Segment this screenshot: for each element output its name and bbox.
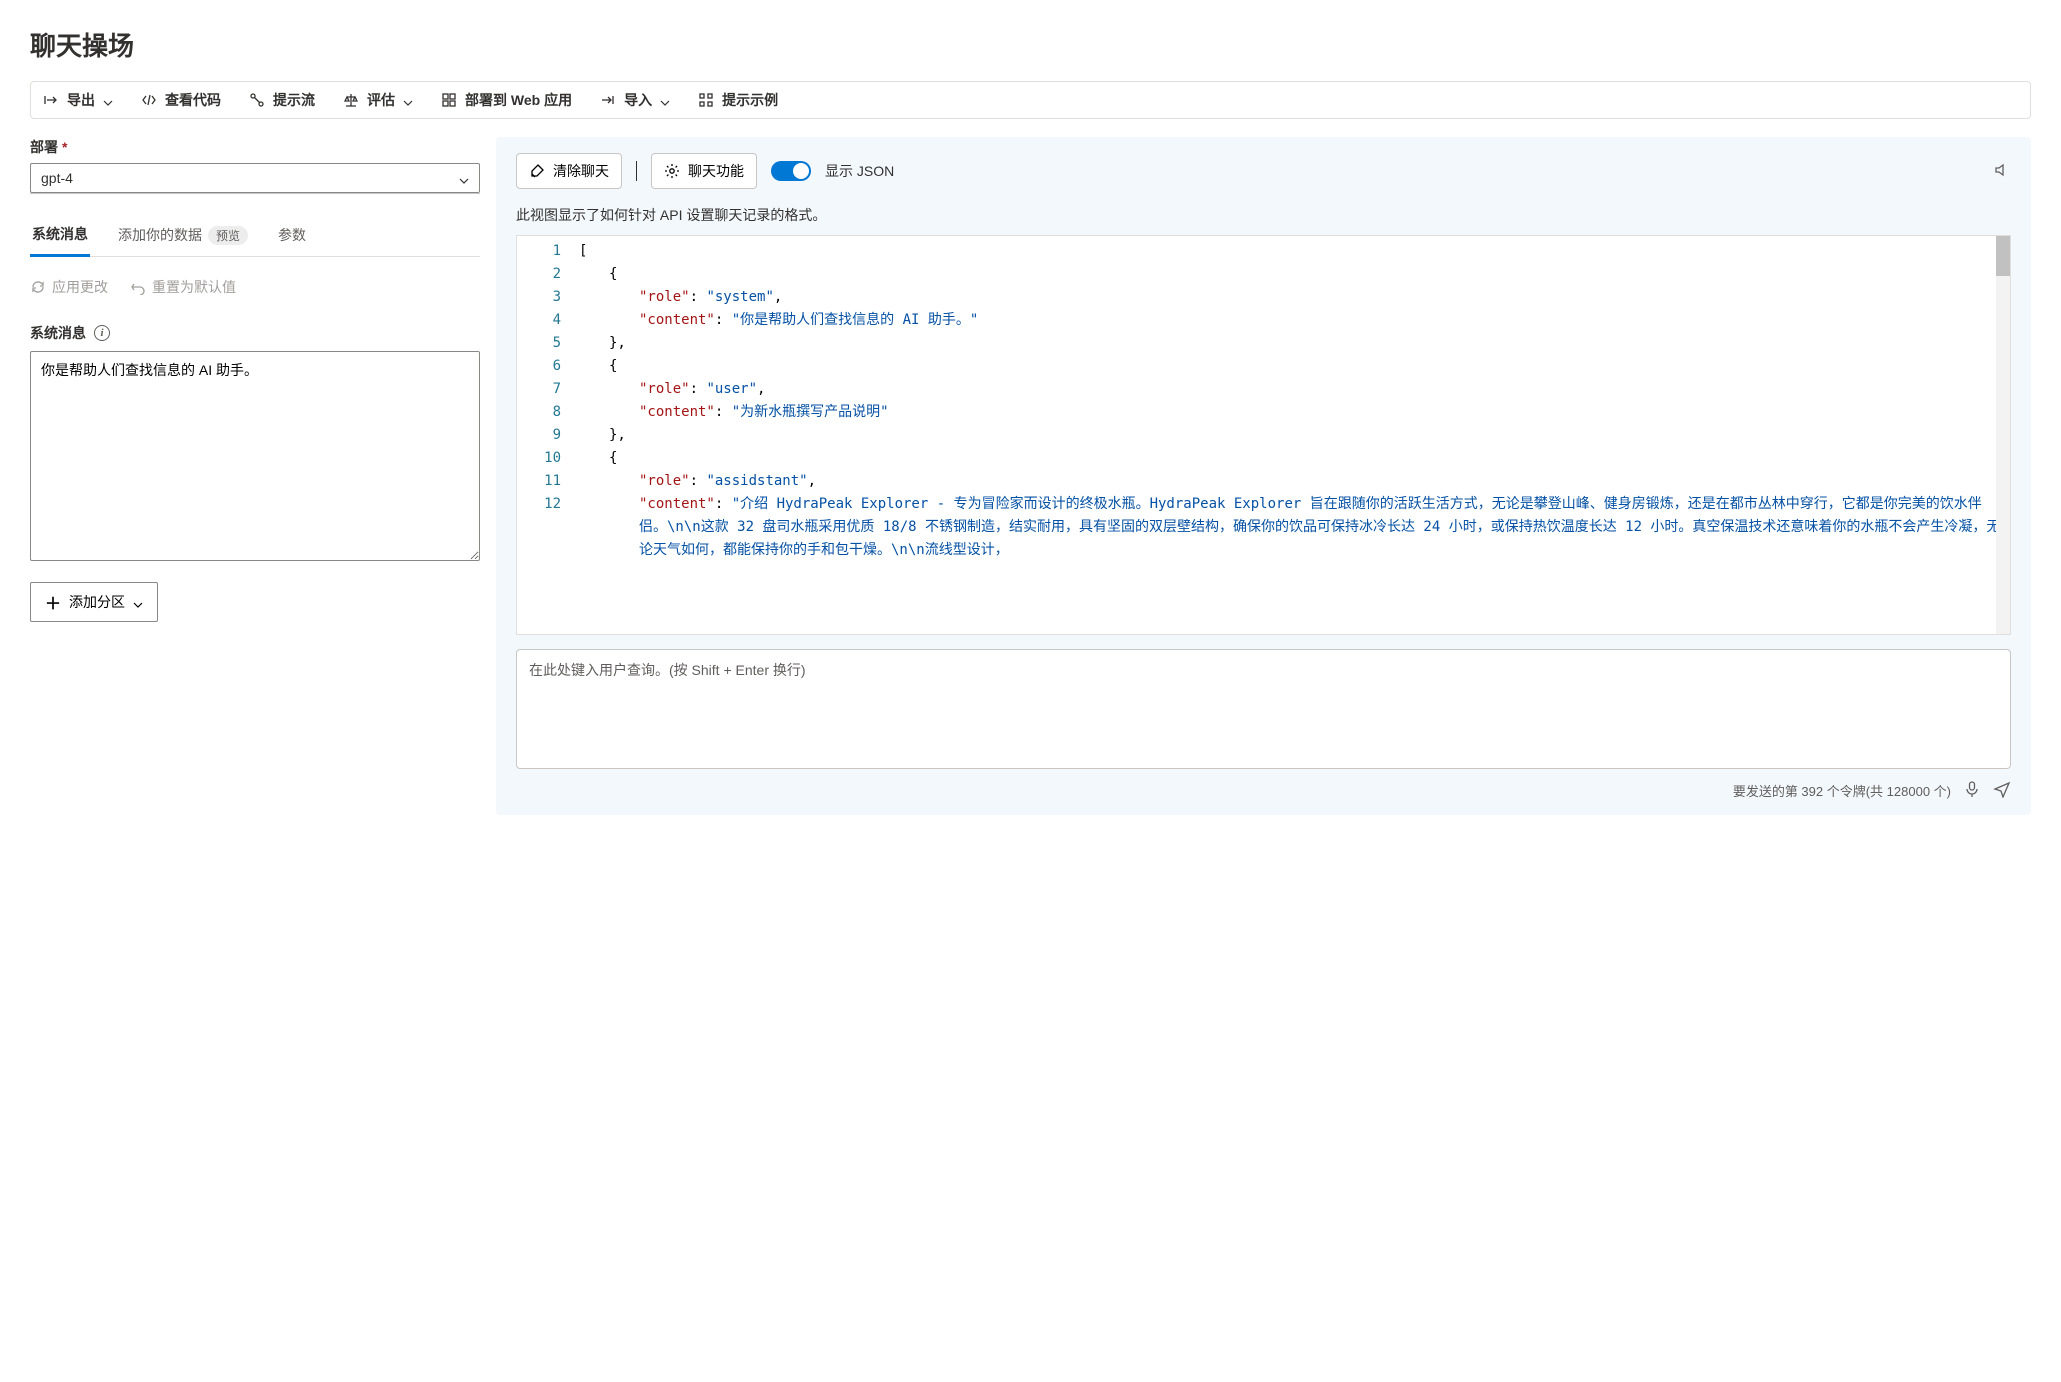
chat-footer: 要发送的第 392 个令牌(共 128000 个) bbox=[516, 772, 2011, 801]
chat-panel-toolbar: 清除聊天 聊天功能 显示 JSON bbox=[516, 153, 2011, 189]
page-title: 聊天操场 bbox=[30, 26, 2031, 63]
preview-badge: 预览 bbox=[208, 226, 248, 245]
info-icon[interactable]: i bbox=[94, 325, 110, 341]
gear-icon bbox=[664, 163, 680, 179]
add-section-label: 添加分区 bbox=[69, 592, 125, 612]
sync-icon bbox=[30, 279, 46, 295]
reset-default-button[interactable]: 重置为默认值 bbox=[130, 277, 236, 297]
send-icon[interactable] bbox=[1993, 780, 2011, 801]
chevron-down-icon bbox=[103, 95, 113, 105]
evaluate-button[interactable]: 评估 bbox=[343, 90, 413, 110]
prompt-examples-button[interactable]: 提示示例 bbox=[698, 90, 778, 110]
divider bbox=[636, 161, 637, 181]
flow-icon bbox=[249, 92, 265, 108]
prompt-examples-label: 提示示例 bbox=[722, 90, 778, 110]
chevron-down-icon bbox=[403, 95, 413, 105]
export-label: 导出 bbox=[67, 90, 95, 110]
import-label: 导入 bbox=[624, 90, 652, 110]
view-code-button[interactable]: 查看代码 bbox=[141, 90, 221, 110]
import-icon bbox=[600, 92, 616, 108]
editor-scrollbar-thumb[interactable] bbox=[1996, 236, 2010, 276]
editor-gutter: 123456789101112 bbox=[517, 236, 571, 634]
tab-system-message[interactable]: 系统消息 bbox=[30, 216, 90, 257]
clear-chat-label: 清除聊天 bbox=[553, 161, 609, 181]
chat-panel: 清除聊天 聊天功能 显示 JSON 此视图显示了如何针对 API 设置聊天记录的… bbox=[496, 137, 2031, 815]
tab-add-your-data-label: 添加你的数据 bbox=[118, 225, 202, 245]
apply-changes-label: 应用更改 bbox=[52, 277, 108, 297]
config-panel: 部署* gpt-4 系统消息 添加你的数据 预览 参数 应用更改 bbox=[30, 137, 480, 815]
prompt-flow-label: 提示流 bbox=[273, 90, 315, 110]
deploy-label: 部署* bbox=[30, 137, 480, 157]
tab-parameters[interactable]: 参数 bbox=[276, 216, 308, 256]
broom-icon bbox=[529, 163, 545, 179]
chat-input[interactable] bbox=[516, 649, 2011, 769]
view-code-label: 查看代码 bbox=[165, 90, 221, 110]
grid-icon bbox=[441, 92, 457, 108]
prompt-flow-button[interactable]: 提示流 bbox=[249, 90, 315, 110]
config-tabs: 系统消息 添加你的数据 预览 参数 bbox=[30, 216, 480, 257]
editor-code[interactable]: [{"role": "system","content": "你是帮助人们查找信… bbox=[571, 236, 2010, 634]
deploy-select[interactable]: gpt-4 bbox=[30, 163, 480, 193]
examples-icon bbox=[698, 92, 714, 108]
tab-add-your-data[interactable]: 添加你的数据 预览 bbox=[116, 216, 250, 256]
chevron-down-icon bbox=[459, 173, 469, 183]
mic-icon[interactable] bbox=[1963, 780, 1981, 801]
scale-icon bbox=[343, 92, 359, 108]
speaker-icon[interactable] bbox=[1993, 161, 2011, 182]
chevron-down-icon bbox=[660, 95, 670, 105]
code-icon bbox=[141, 92, 157, 108]
export-button[interactable]: 导出 bbox=[43, 90, 113, 110]
add-section-button[interactable]: ＋ 添加分区 bbox=[30, 582, 158, 622]
show-json-label: 显示 JSON bbox=[825, 161, 894, 181]
system-message-label: 系统消息 i bbox=[30, 323, 480, 343]
chat-features-label: 聊天功能 bbox=[688, 161, 744, 181]
import-button[interactable]: 导入 bbox=[600, 90, 670, 110]
undo-icon bbox=[130, 279, 146, 295]
deploy-select-value: gpt-4 bbox=[41, 170, 73, 186]
clear-chat-button[interactable]: 清除聊天 bbox=[516, 153, 622, 189]
system-message-input[interactable] bbox=[30, 351, 480, 561]
apply-changes-button[interactable]: 应用更改 bbox=[30, 277, 108, 297]
show-json-toggle[interactable] bbox=[771, 161, 811, 181]
plus-icon: ＋ bbox=[45, 590, 61, 614]
export-icon bbox=[43, 92, 59, 108]
deploy-web-button[interactable]: 部署到 Web 应用 bbox=[441, 90, 572, 110]
evaluate-label: 评估 bbox=[367, 90, 395, 110]
main-toolbar: 导出 查看代码 提示流 评估 部署到 Web 应用 导入 提示示例 bbox=[30, 81, 2031, 119]
editor-scrollbar[interactable] bbox=[1996, 236, 2010, 634]
sub-actions: 应用更改 重置为默认值 bbox=[30, 277, 480, 297]
reset-default-label: 重置为默认值 bbox=[152, 277, 236, 297]
json-editor[interactable]: 123456789101112 [{"role": "system","cont… bbox=[516, 235, 2011, 635]
json-description: 此视图显示了如何针对 API 设置聊天记录的格式。 bbox=[516, 205, 2011, 225]
chat-features-button[interactable]: 聊天功能 bbox=[651, 153, 757, 189]
chevron-down-icon bbox=[133, 597, 143, 607]
token-count-text: 要发送的第 392 个令牌(共 128000 个) bbox=[1733, 781, 1951, 800]
deploy-web-label: 部署到 Web 应用 bbox=[465, 90, 572, 110]
